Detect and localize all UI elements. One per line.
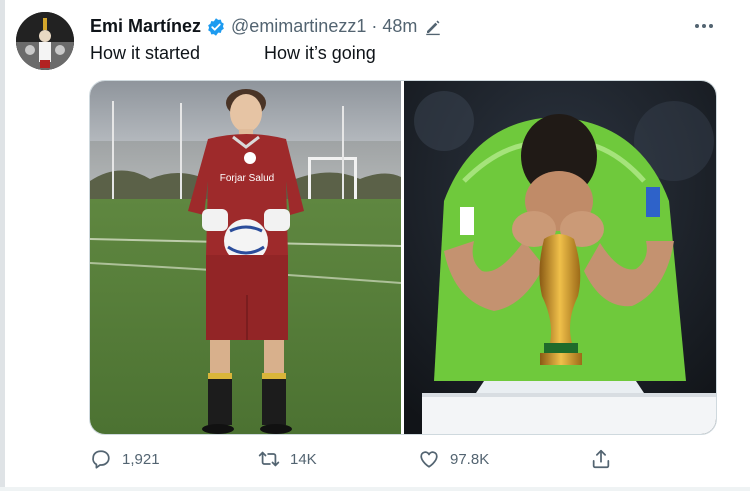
retweet-button[interactable]: 14K (258, 448, 317, 470)
share-icon (592, 449, 610, 469)
like-count: 97.8K (450, 450, 490, 468)
retweet-count: 14K (290, 450, 317, 468)
tweet-actions: 1,921 14K 97.8K (90, 448, 620, 474)
edit-icon (424, 18, 442, 36)
reply-icon (92, 450, 110, 469)
share-button[interactable] (590, 448, 612, 470)
world-cup-trophy-photo[interactable] (404, 81, 716, 434)
retweet-icon (258, 451, 280, 467)
separator-dot: · (371, 16, 378, 36)
user-handle[interactable]: @emimartinezz1 (231, 16, 366, 37)
media-grid: Forjar Salud (89, 80, 717, 435)
caption-right: How it’s going (264, 43, 376, 63)
reply-button[interactable]: 1,921 (90, 448, 160, 470)
heart-icon (420, 451, 438, 468)
goalkeeper-youth-kit-photo[interactable]: Forjar Salud (90, 81, 401, 434)
like-button[interactable]: 97.8K (418, 448, 489, 470)
window-edge-bottom (0, 487, 750, 491)
reply-count: 1,921 (122, 450, 160, 468)
more-icon[interactable] (690, 14, 718, 38)
display-name[interactable]: Emi Martínez (90, 16, 201, 37)
verified-badge-icon (206, 17, 226, 37)
avatar[interactable] (16, 12, 74, 70)
caption-left: How it started (90, 43, 201, 63)
tweet-header: Emi Martínez @emimartinezz1 · 48m (90, 16, 442, 37)
jersey-sponsor-text: Forjar Salud (220, 173, 274, 184)
tweet-timestamp[interactable]: 48m (382, 16, 417, 37)
tweet-text: How it started How it’s going (90, 43, 376, 64)
window-edge (0, 0, 5, 491)
